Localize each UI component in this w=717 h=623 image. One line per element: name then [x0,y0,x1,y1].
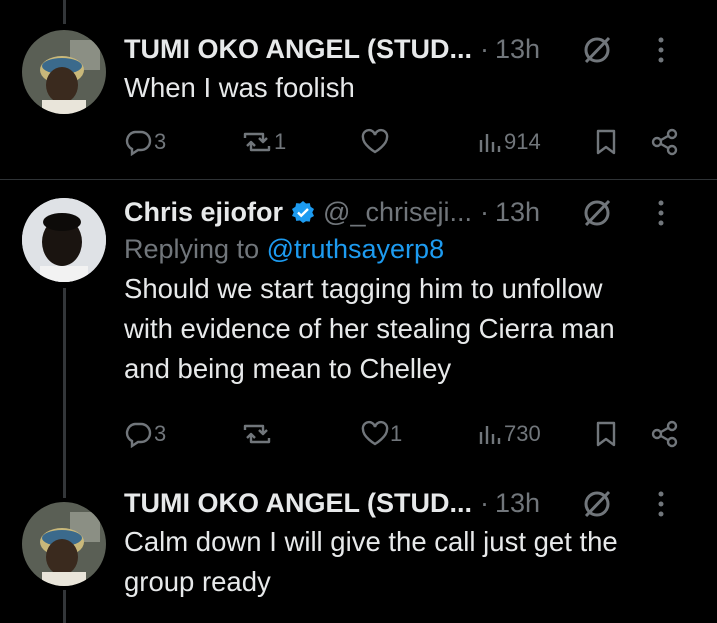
author-name[interactable]: TUMI OKO ANGEL (STUD... [124,488,472,519]
grok-icon[interactable] [581,488,613,520]
bookmark-button[interactable] [594,416,618,452]
bookmark-icon [596,421,616,447]
reply-count: 3 [154,421,167,446]
tweet-text-line: group ready [124,566,271,597]
share-button[interactable] [650,416,680,452]
views-button[interactable]: 730 [478,416,541,452]
tweet-text-line: Calm down I will give the call just get … [124,526,618,557]
author-name[interactable]: TUMI OKO ANGEL (STUD... [124,34,472,65]
thread-line [63,288,66,480]
bookmark-icon [596,129,616,155]
like-count: 1 [390,421,403,446]
author-name[interactable]: Chris ejiofor [124,197,283,228]
replying-to: Replying to @truthsayerp8 [124,229,697,269]
replying-to-mention[interactable]: @truthsayerp8 [267,234,445,264]
tweet-text-line: Should we start tagging him to unfollow [124,273,603,304]
timestamp[interactable]: 13h [495,488,540,519]
views-icon [479,426,501,444]
avatar[interactable] [22,502,106,586]
reply-count: 3 [154,129,167,154]
repost-icon [243,424,271,444]
more-icon[interactable] [657,490,665,518]
avatar[interactable] [22,198,106,282]
reply-icon [125,130,152,156]
tweet-text: When I was foolish [124,72,355,103]
timestamp[interactable]: 13h [495,197,540,228]
views-button[interactable]: 914 [478,124,541,160]
like-button[interactable]: 1 [360,416,402,452]
separator-dot: · [480,33,489,64]
tweet-2[interactable]: Chris ejiofor @_chriseji... · 13h Replyi… [0,180,717,480]
repost-button[interactable] [240,416,274,452]
tweet-text: Should we start tagging him to unfollow … [124,269,697,389]
reply-icon [125,422,152,448]
repost-icon [243,132,271,152]
separator-dot: · [480,487,489,518]
share-button[interactable] [650,124,680,160]
tweet-text-line: and being mean to Chelley [124,353,452,384]
tweet-3[interactable]: TUMI OKO ANGEL (STUD... · 13h Calm down … [0,480,717,623]
tweet-text-line: with evidence of her stealing Cierra man [124,313,615,344]
like-icon [361,128,389,154]
repost-button[interactable]: 1 [240,124,286,160]
grok-icon[interactable] [581,197,613,229]
bookmark-button[interactable] [594,124,618,160]
more-icon[interactable] [657,199,665,227]
like-icon [361,420,389,446]
tweet-1[interactable]: TUMI OKO ANGEL (STUD... · 13h When I was… [0,0,717,180]
views-count: 730 [504,421,541,446]
separator-dot: · [479,196,489,227]
repost-count: 1 [274,129,287,154]
views-count: 914 [504,129,541,154]
share-icon [651,128,678,156]
like-button[interactable] [360,124,390,160]
avatar[interactable] [22,30,106,114]
replying-to-label: Replying to [124,234,267,264]
share-icon [651,420,678,448]
tweet-text: Calm down I will give the call just get … [124,522,697,602]
views-icon [479,134,501,152]
grok-icon[interactable] [581,34,613,66]
verified-badge-icon [292,201,315,223]
thread-line [63,590,66,623]
author-handle[interactable]: @_chriseji... [323,197,472,228]
more-icon[interactable] [657,36,665,64]
timestamp[interactable]: 13h [495,34,540,65]
reply-button[interactable]: 3 [124,124,166,160]
reply-button[interactable]: 3 [124,416,166,452]
